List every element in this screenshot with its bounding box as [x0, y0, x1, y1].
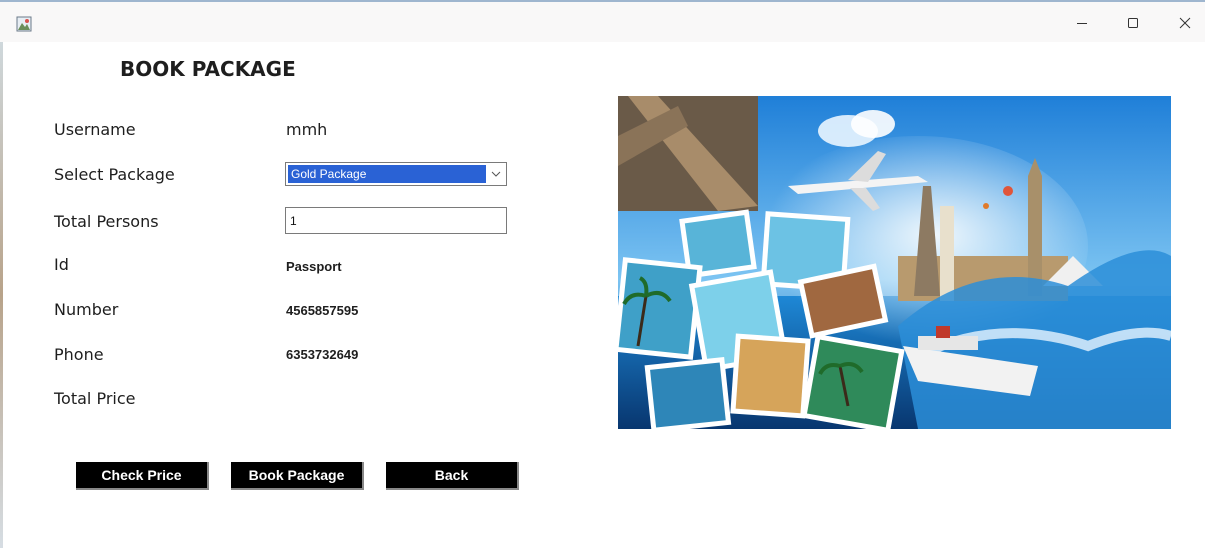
number-value: 4565857595 — [286, 303, 359, 318]
check-price-button[interactable]: Check Price — [76, 462, 209, 490]
travel-collage-image — [618, 96, 1171, 429]
package-select-arrow[interactable] — [488, 165, 504, 183]
username-value: mmh — [286, 120, 328, 139]
total-persons-label: Total Persons — [54, 212, 159, 231]
id-label: Id — [54, 255, 69, 274]
minimize-icon — [1077, 23, 1087, 24]
chevron-down-icon — [491, 171, 501, 177]
maximize-icon — [1128, 18, 1138, 28]
java-app-icon — [16, 16, 32, 32]
window-left-edge — [0, 42, 3, 548]
close-icon — [1179, 17, 1191, 29]
phone-label: Phone — [54, 345, 104, 364]
maximize-button[interactable] — [1110, 6, 1156, 40]
id-value: Passport — [286, 259, 342, 274]
book-package-button[interactable]: Book Package — [231, 462, 364, 490]
username-label: Username — [54, 120, 136, 139]
total-persons-input[interactable] — [285, 207, 507, 234]
close-button[interactable] — [1162, 6, 1205, 40]
package-select-value: Gold Package — [288, 165, 486, 183]
total-price-label: Total Price — [54, 389, 136, 408]
back-button[interactable]: Back — [386, 462, 519, 490]
package-select[interactable]: Gold Package — [285, 162, 507, 186]
page-title: BOOK PACKAGE — [120, 57, 296, 81]
window-titlebar — [0, 0, 1205, 42]
select-package-label: Select Package — [54, 165, 175, 184]
minimize-button[interactable] — [1059, 6, 1105, 40]
number-label: Number — [54, 300, 119, 319]
phone-value: 6353732649 — [286, 347, 359, 362]
